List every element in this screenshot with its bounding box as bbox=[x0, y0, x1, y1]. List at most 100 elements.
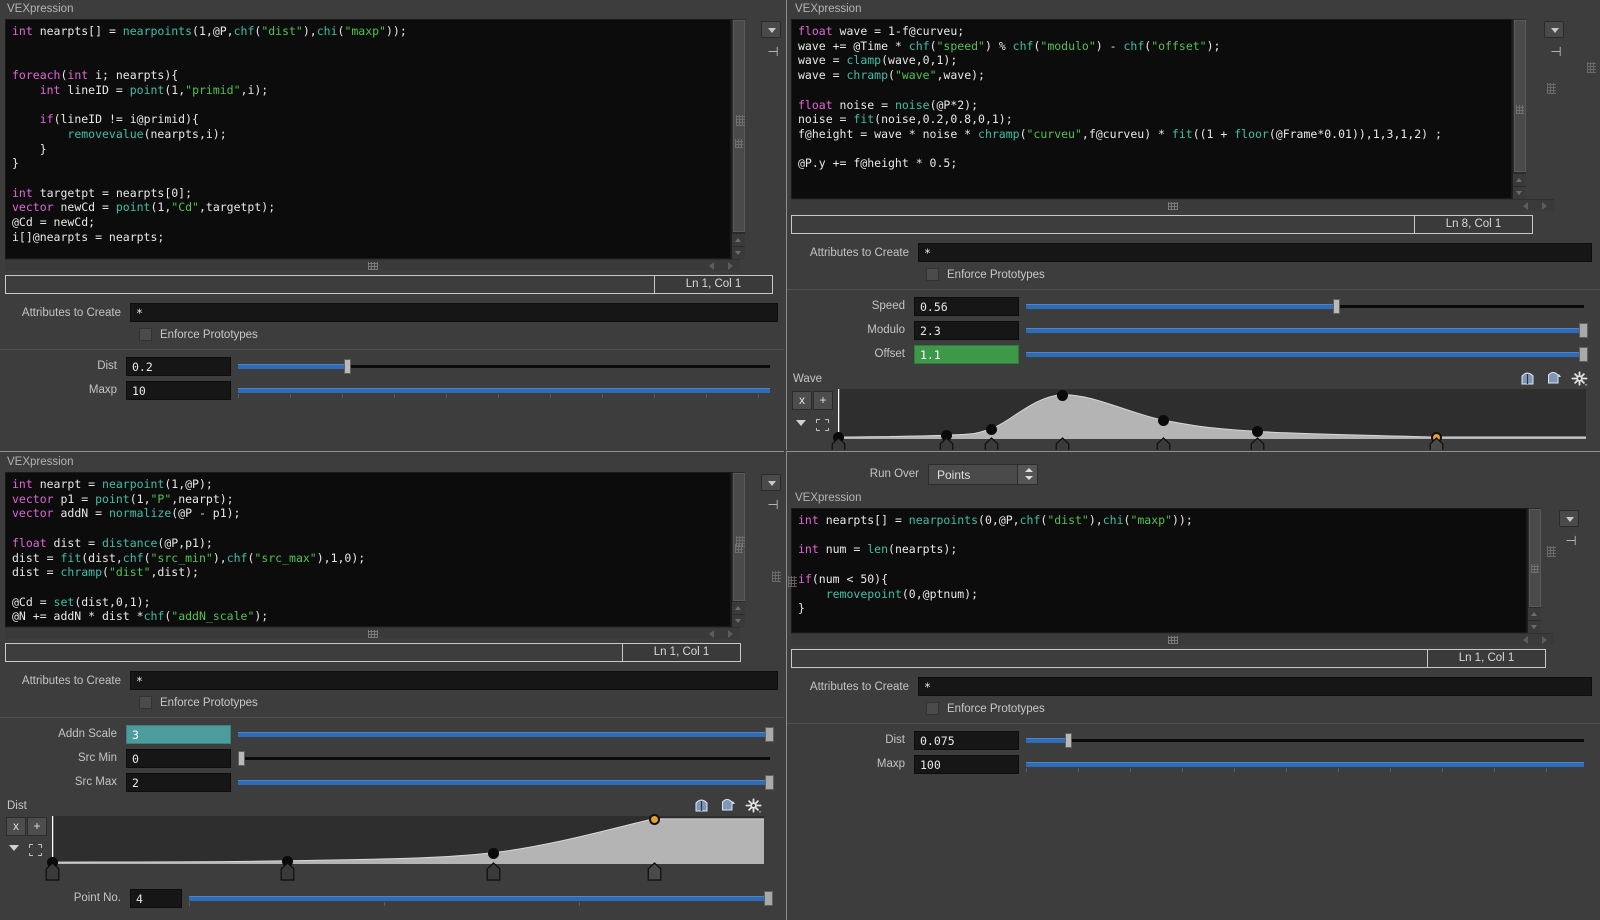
ramp-gear-icon[interactable] bbox=[745, 798, 762, 814]
code-editor-bottom-right[interactable]: int nearpts[] = nearpoints(0,@P,chf("dis… bbox=[791, 508, 1541, 633]
slider-handle[interactable] bbox=[1579, 323, 1588, 338]
ramp-reload-icon[interactable] bbox=[1545, 371, 1562, 387]
scroll-down-arrow[interactable] bbox=[732, 247, 745, 259]
hscroll-right-arrow[interactable] bbox=[726, 262, 735, 270]
ramp-menu-chevron-down-icon[interactable] bbox=[796, 420, 806, 426]
pane-resize-grip[interactable] bbox=[1547, 546, 1556, 557]
enforce-prototypes-checkbox[interactable] bbox=[926, 268, 939, 281]
ramp-fit-icon[interactable] bbox=[29, 844, 42, 856]
hscroll-left-arrow[interactable] bbox=[708, 630, 717, 638]
param-input-dist[interactable]: 0.2 bbox=[126, 357, 231, 376]
hscroll-left-arrow[interactable] bbox=[708, 262, 717, 270]
slider-handle[interactable] bbox=[1333, 299, 1340, 314]
enforce-prototypes-checkbox[interactable] bbox=[139, 696, 152, 709]
ramp-position-marker[interactable] bbox=[939, 437, 954, 450]
enforce-prototypes-row[interactable]: Enforce Prototypes bbox=[786, 698, 1600, 719]
ramp-position-marker[interactable] bbox=[1055, 437, 1070, 450]
ramp-load-icon[interactable] bbox=[693, 798, 710, 814]
scroll-up-arrow[interactable] bbox=[1528, 608, 1541, 620]
code-editor-top-left[interactable]: int nearpts[] = nearpoints(1,@P,chf("dis… bbox=[5, 19, 745, 259]
enforce-prototypes-row[interactable]: Enforce Prototypes bbox=[786, 264, 1600, 285]
editor-expand-icon[interactable]: ⊣ bbox=[764, 43, 782, 61]
editor-horizontal-scrollbar[interactable] bbox=[791, 633, 1554, 645]
hscroll-right-arrow[interactable] bbox=[726, 630, 735, 638]
param-slider-point-no[interactable] bbox=[189, 889, 770, 908]
code-text[interactable]: int nearpts[] = nearpoints(1,@P,chf("dis… bbox=[5, 19, 731, 259]
ramp-gear-icon[interactable] bbox=[1571, 371, 1588, 387]
code-text[interactable]: int nearpt = nearpoint(1,@P); vector p1 … bbox=[5, 472, 731, 627]
editor-menu-button[interactable] bbox=[1559, 510, 1579, 527]
ramp-widget-wave[interactable]: x + bbox=[786, 389, 1600, 439]
attributes-to-create-input[interactable]: * bbox=[130, 303, 778, 322]
hscroll-right-arrow[interactable] bbox=[1540, 202, 1549, 210]
editor-horizontal-scrollbar[interactable] bbox=[5, 627, 740, 639]
ramp-fit-icon[interactable] bbox=[816, 419, 829, 431]
editor-horizontal-scrollbar[interactable] bbox=[5, 259, 740, 271]
editor-vertical-scrollbar[interactable] bbox=[1512, 19, 1526, 199]
ramp-canvas[interactable] bbox=[52, 816, 764, 864]
ramp-position-marker[interactable] bbox=[1250, 437, 1265, 450]
pane-resize-grip-right[interactable] bbox=[1587, 62, 1596, 73]
run-over-dropdown[interactable]: Points bbox=[928, 464, 1038, 485]
ramp-reload-icon[interactable] bbox=[719, 798, 736, 814]
scroll-up-arrow[interactable] bbox=[732, 234, 745, 246]
slider-handle[interactable] bbox=[765, 775, 774, 790]
param-slider-offset[interactable] bbox=[1026, 345, 1584, 364]
ramp-position-marker[interactable] bbox=[1429, 437, 1444, 450]
param-slider-maxp[interactable] bbox=[1026, 755, 1584, 774]
ramp-position-marker[interactable] bbox=[647, 862, 662, 881]
editor-menu-button[interactable] bbox=[1544, 21, 1564, 38]
pane-resize-grip[interactable] bbox=[1547, 83, 1556, 94]
ramp-position-marker[interactable] bbox=[831, 437, 846, 450]
code-editor-top-right[interactable]: float wave = 1-f@curveu; wave += @Time *… bbox=[791, 19, 1526, 199]
pane-resize-grip[interactable] bbox=[736, 115, 745, 126]
param-input-maxp[interactable]: 100 bbox=[914, 755, 1019, 774]
pane-resize-grip[interactable] bbox=[736, 536, 745, 547]
editor-expand-icon[interactable]: ⊣ bbox=[1547, 43, 1565, 61]
editor-vertical-scrollbar[interactable] bbox=[1527, 508, 1541, 633]
param-input-point-no[interactable]: 4 bbox=[130, 889, 182, 908]
enforce-prototypes-row[interactable]: Enforce Prototypes bbox=[0, 692, 784, 713]
attributes-to-create-input[interactable]: * bbox=[918, 677, 1592, 696]
param-input-src-min[interactable]: 0 bbox=[126, 749, 231, 768]
scroll-down-arrow[interactable] bbox=[732, 615, 745, 627]
ramp-position-marker[interactable] bbox=[1156, 437, 1171, 450]
slider-handle[interactable] bbox=[344, 359, 351, 374]
param-slider-src-min[interactable] bbox=[238, 749, 770, 768]
param-slider-dist[interactable] bbox=[238, 357, 770, 376]
enforce-prototypes-row[interactable]: Enforce Prototypes bbox=[0, 324, 784, 345]
code-text[interactable]: int nearpts[] = nearpoints(0,@P,chf("dis… bbox=[791, 508, 1527, 633]
code-editor-bottom-left[interactable]: int nearpt = nearpoint(1,@P); vector p1 … bbox=[5, 472, 745, 627]
editor-horizontal-scrollbar[interactable] bbox=[791, 199, 1554, 211]
scroll-down-arrow[interactable] bbox=[1528, 621, 1541, 633]
pane-resize-grip-right[interactable] bbox=[772, 571, 781, 582]
ramp-key-point[interactable] bbox=[986, 424, 997, 435]
param-input-src-max[interactable]: 2 bbox=[126, 773, 231, 792]
slider-handle[interactable] bbox=[765, 727, 774, 742]
ramp-widget-dist[interactable]: x + bbox=[0, 816, 784, 864]
ramp-delete-point-button[interactable]: x bbox=[792, 391, 812, 410]
ramp-load-icon[interactable] bbox=[1519, 371, 1536, 387]
ramp-position-marker[interactable] bbox=[45, 862, 60, 881]
enforce-prototypes-checkbox[interactable] bbox=[926, 702, 939, 715]
hscroll-left-arrow[interactable] bbox=[1522, 202, 1531, 210]
param-slider-maxp[interactable] bbox=[238, 381, 770, 400]
param-slider-src-max[interactable] bbox=[238, 773, 770, 792]
param-slider-speed[interactable] bbox=[1026, 297, 1584, 316]
scroll-up-arrow[interactable] bbox=[732, 602, 745, 614]
ramp-position-marker[interactable] bbox=[984, 437, 999, 450]
ramp-add-point-button[interactable]: + bbox=[27, 817, 47, 836]
code-text[interactable]: float wave = 1-f@curveu; wave += @Time *… bbox=[791, 19, 1512, 199]
param-input-speed[interactable]: 0.56 bbox=[914, 297, 1019, 316]
param-slider-modulo[interactable] bbox=[1026, 321, 1584, 340]
slider-handle[interactable] bbox=[238, 751, 245, 766]
scrollbar-thumb[interactable] bbox=[733, 20, 745, 232]
param-slider-addn-scale[interactable] bbox=[238, 725, 770, 744]
param-input-dist[interactable]: 0.075 bbox=[914, 731, 1019, 750]
ramp-menu-chevron-down-icon[interactable] bbox=[9, 845, 19, 851]
pane-resize-grip-left[interactable] bbox=[788, 576, 797, 587]
editor-expand-icon[interactable]: ⊣ bbox=[764, 496, 782, 514]
ramp-position-marker[interactable] bbox=[486, 862, 501, 881]
param-input-addn-scale[interactable]: 3 bbox=[126, 725, 231, 744]
editor-menu-button[interactable] bbox=[761, 474, 781, 491]
